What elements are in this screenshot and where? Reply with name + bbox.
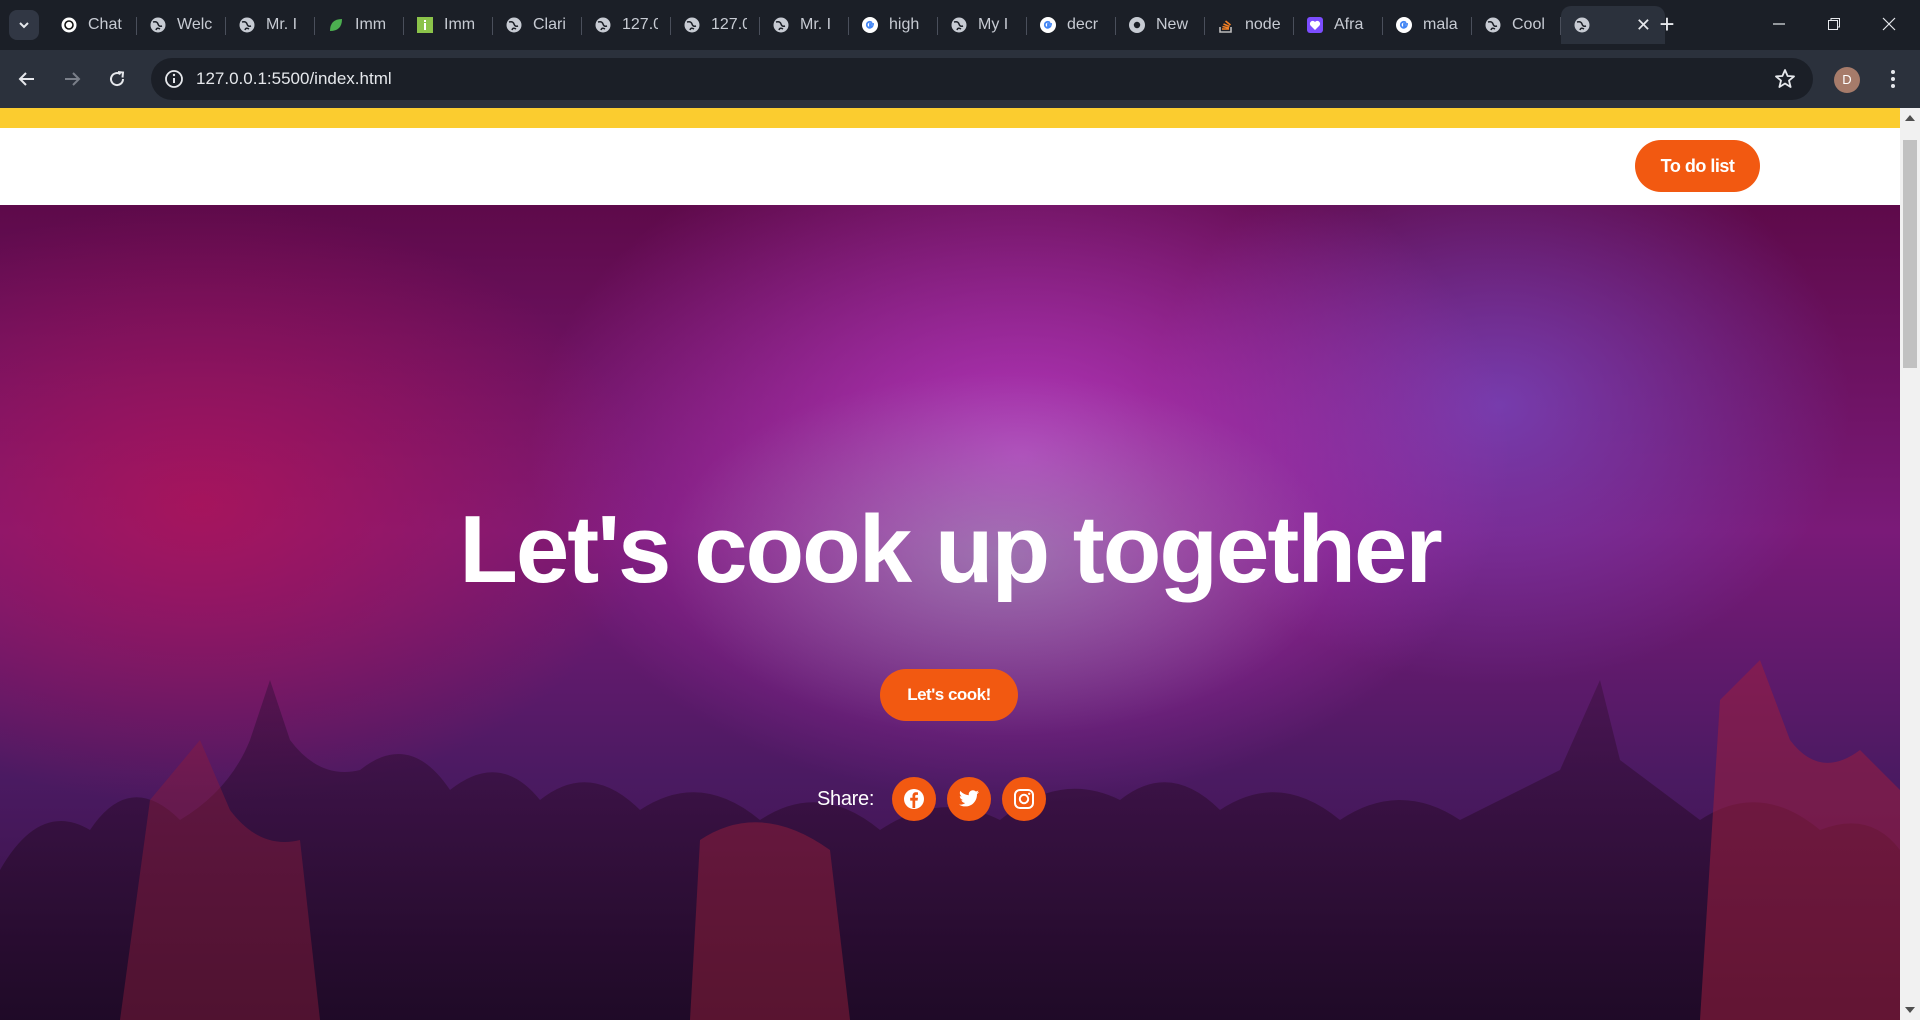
share-label: Share:: [817, 787, 875, 810]
browser-tab[interactable]: 127.0: [671, 6, 760, 44]
browser-tab[interactable]: New: [1116, 6, 1205, 44]
tab-title: Mr. I: [266, 16, 298, 33]
stackoverflow-icon: [1217, 16, 1235, 34]
minimize-button[interactable]: [1751, 0, 1807, 48]
tab-title: Mr. I: [800, 16, 832, 33]
globe-icon: [772, 16, 790, 34]
site-header: To do list: [0, 128, 1900, 205]
tab-title: Clari: [533, 16, 566, 33]
restore-button[interactable]: [1806, 0, 1862, 48]
minimize-icon: [1773, 23, 1785, 25]
browser-tab[interactable]: Mr. I: [760, 6, 849, 44]
tab-title: node: [1245, 16, 1281, 33]
browser-tab[interactable]: Chat: [48, 6, 137, 44]
tab-title: New: [1156, 16, 1189, 33]
globe-icon: [505, 16, 523, 34]
browser-tab[interactable]: decr: [1027, 6, 1116, 44]
reload-icon: [110, 71, 125, 87]
browser-tab[interactable]: Imm: [315, 6, 404, 44]
tab-title: high: [889, 16, 920, 33]
close-icon: [1882, 17, 1896, 31]
leaf-icon: [327, 16, 345, 34]
tab-title: Welc: [177, 16, 213, 33]
chrome-icon: [1128, 16, 1146, 34]
chatgpt-icon: [60, 16, 78, 34]
bookmark-star-icon[interactable]: [1773, 67, 1797, 91]
twitter-share-button[interactable]: [947, 777, 992, 821]
browser-tab[interactable]: high: [849, 6, 938, 44]
browser-tab[interactable]: Welc: [137, 6, 226, 44]
url-text[interactable]: 127.0.0.1:5500/index.html: [196, 69, 392, 89]
scroll-up-arrow-icon[interactable]: [1905, 115, 1915, 121]
browser-tab[interactable]: node: [1205, 6, 1294, 44]
site-info-icon[interactable]: [163, 68, 185, 90]
globe-icon: [683, 16, 701, 34]
tab-title: My I: [978, 16, 1009, 33]
tab-title: 127.0: [622, 16, 658, 33]
globe-icon: [149, 16, 167, 34]
address-bar[interactable]: 127.0.0.1:5500/index.html: [151, 58, 1813, 100]
globe-icon: [950, 16, 968, 34]
google-icon: [861, 16, 879, 34]
tab-title: Afra: [1334, 16, 1364, 33]
hero-section: Let's cook up together Let's cook! Share…: [0, 205, 1900, 1020]
arrow-left-icon: [18, 72, 34, 86]
chevron-down-icon: [19, 22, 29, 29]
tab-title: Imm: [444, 16, 476, 33]
browser-menu-button[interactable]: [1880, 65, 1906, 93]
restore-icon: [1828, 18, 1840, 30]
tab-title: 127.0: [711, 16, 747, 33]
globe-icon: [594, 16, 612, 34]
tab-strip: Chat Welc Mr. I Imm Imm Clari 127.0 127.0 Mr. I h…: [0, 0, 1920, 50]
globe-icon: [238, 16, 256, 34]
instagram-icon: [1014, 789, 1035, 809]
tab-title: mala: [1423, 16, 1458, 33]
google-icon: [1039, 16, 1057, 34]
share-row: Share:: [817, 776, 1057, 822]
tab-search-button[interactable]: [9, 10, 39, 40]
tab-title: Imm: [355, 16, 387, 33]
browser-tab[interactable]: 127.0: [582, 6, 671, 44]
tab-list: Chat Welc Mr. I Imm Imm Clari 127.0 127.0 Mr. I h…: [48, 6, 1665, 44]
scroll-down-arrow-icon[interactable]: [1905, 1007, 1915, 1013]
active-browser-tab[interactable]: ✕: [1561, 6, 1665, 44]
tab-title: Cool: [1512, 16, 1545, 33]
browser-tab[interactable]: mala: [1383, 6, 1472, 44]
twitter-icon: [959, 790, 980, 807]
back-button[interactable]: [11, 63, 43, 95]
browser-tab[interactable]: Imm: [404, 6, 493, 44]
reload-button[interactable]: [101, 63, 133, 95]
facebook-icon: [904, 789, 925, 809]
page-viewport: To do list Let's cook up together Let's …: [0, 108, 1900, 1020]
browser-tab[interactable]: Mr. I: [226, 6, 315, 44]
browser-tab[interactable]: Afra: [1294, 6, 1383, 44]
browser-toolbar: 127.0.0.1:5500/index.html D: [0, 50, 1920, 108]
instagram-share-button[interactable]: [1002, 777, 1047, 821]
close-tab-icon[interactable]: ✕: [1636, 15, 1651, 36]
heart-icon: [1306, 16, 1324, 34]
google-icon: [1395, 16, 1413, 34]
tab-title: decr: [1067, 16, 1099, 33]
top-accent-bar: [0, 108, 1900, 128]
lets-cook-button[interactable]: Let's cook!: [880, 669, 1018, 721]
tab-title: Chat: [88, 16, 122, 33]
browser-tab[interactable]: My I: [938, 6, 1027, 44]
arrow-right-icon: [65, 72, 81, 86]
close-window-button[interactable]: [1861, 0, 1917, 48]
browser-tab[interactable]: Clari: [493, 6, 582, 44]
more-vertical-icon: [1891, 70, 1895, 88]
hero-title: Let's cook up together: [459, 496, 1443, 603]
new-tab-button[interactable]: +: [1651, 9, 1683, 41]
browser-tab[interactable]: Cool: [1472, 6, 1561, 44]
globe-icon: [1484, 16, 1502, 34]
profile-avatar[interactable]: D: [1834, 67, 1860, 93]
page-scrollbar[interactable]: [1900, 108, 1920, 1020]
todo-list-button[interactable]: To do list: [1635, 140, 1760, 192]
globe-icon: [1573, 16, 1591, 34]
facebook-share-button[interactable]: [892, 777, 937, 821]
forward-button[interactable]: [56, 63, 88, 95]
info-favicon-icon: [416, 16, 434, 34]
scrollbar-thumb[interactable]: [1903, 140, 1917, 368]
